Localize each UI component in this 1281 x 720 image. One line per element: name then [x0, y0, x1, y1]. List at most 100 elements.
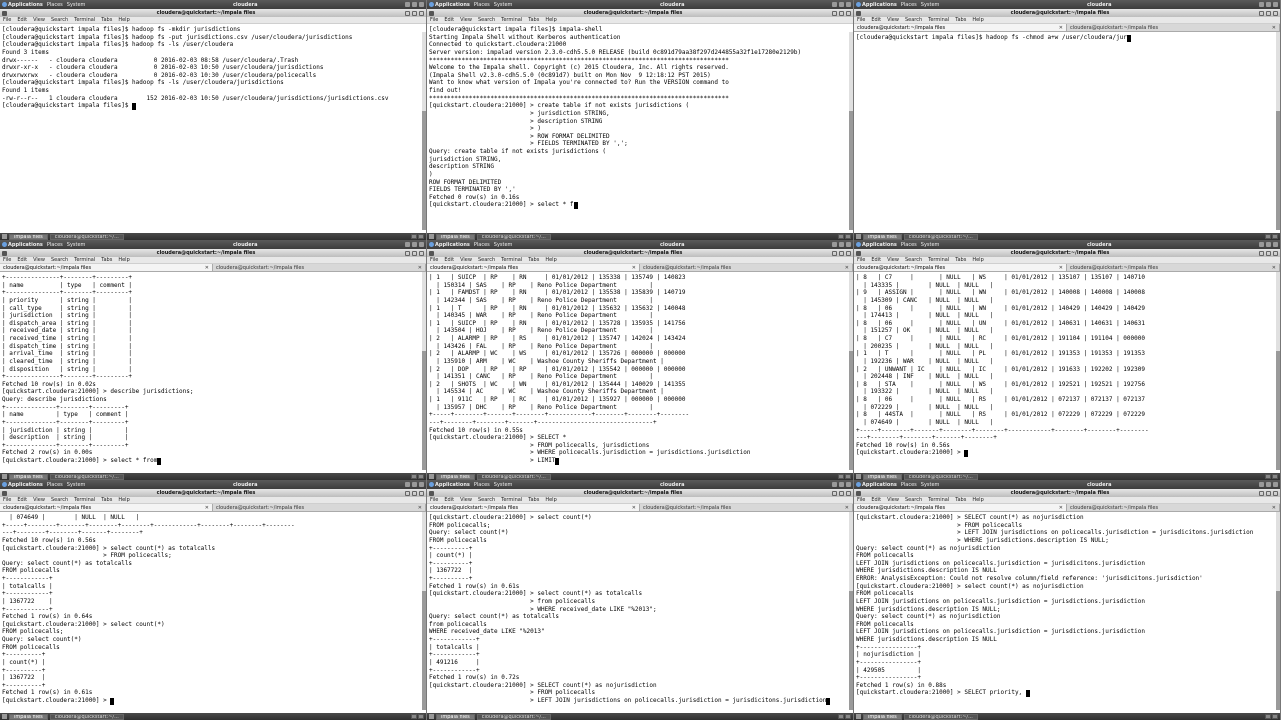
workspace-switcher[interactable]	[1265, 714, 1278, 719]
scrollbar-thumb[interactable]	[849, 111, 853, 230]
system-menu[interactable]: System	[494, 482, 513, 488]
workspace-switcher[interactable]	[1265, 234, 1278, 239]
workspace-1[interactable]	[411, 234, 417, 239]
menu-item-tabs[interactable]: Tabs	[101, 257, 112, 263]
places-menu[interactable]: Places	[47, 482, 63, 488]
system-menu[interactable]: System	[67, 482, 86, 488]
workspace-switcher[interactable]	[838, 234, 851, 239]
clock-icon[interactable]	[419, 2, 424, 7]
menu-item-file[interactable]: File	[857, 497, 865, 503]
applications-menu[interactable]: Applications	[856, 2, 897, 8]
window-titlebar[interactable]: cloudera@quickstart:~/impala files	[854, 9, 1280, 17]
clock-icon[interactable]	[846, 2, 851, 7]
network-icon[interactable]	[412, 242, 417, 247]
terminal-output[interactable]: [quickstart.cloudera:21000] > SELECT cou…	[854, 512, 1280, 713]
terminal-tab[interactable]: cloudera@quickstart:~/impala files ✕	[213, 264, 426, 271]
network-icon[interactable]	[412, 2, 417, 7]
places-menu[interactable]: Places	[47, 242, 63, 248]
scrollbar-thumb[interactable]	[422, 351, 426, 470]
tab-close-icon[interactable]: ✕	[632, 505, 636, 511]
menu-item-edit[interactable]: Edit	[444, 497, 454, 503]
places-menu[interactable]: Places	[47, 2, 63, 8]
minimize-icon[interactable]	[832, 10, 837, 16]
clock-icon[interactable]	[1273, 482, 1278, 487]
maximize-icon[interactable]	[1266, 250, 1271, 256]
workspace-switcher[interactable]	[411, 714, 424, 719]
workspace-2[interactable]	[418, 234, 424, 239]
scrollbar-thumb[interactable]	[1276, 591, 1280, 710]
scrollbar-thumb[interactable]	[422, 591, 426, 710]
taskbar-window-button[interactable]: cloudera@quickstart:~/...	[476, 473, 551, 480]
places-menu[interactable]: Places	[474, 2, 490, 8]
system-menu[interactable]: System	[921, 482, 940, 488]
maximize-icon[interactable]	[839, 10, 844, 16]
menu-item-edit[interactable]: Edit	[444, 17, 454, 23]
terminal-scrollbar[interactable]	[422, 32, 426, 230]
maximize-icon[interactable]	[1266, 10, 1271, 16]
menu-item-terminal[interactable]: Terminal	[928, 497, 949, 503]
places-menu[interactable]: Places	[901, 2, 917, 8]
clock-icon[interactable]	[419, 242, 424, 247]
terminal-scrollbar[interactable]	[849, 272, 853, 470]
menu-item-search[interactable]: Search	[905, 257, 922, 263]
taskbar-window-button[interactable]: impala files	[9, 233, 48, 240]
show-desktop-icon[interactable]	[856, 714, 861, 719]
maximize-icon[interactable]	[412, 250, 417, 256]
menu-item-file[interactable]: File	[3, 17, 11, 23]
volume-icon[interactable]	[832, 2, 837, 7]
workspace-1[interactable]	[1265, 474, 1271, 479]
menu-item-edit[interactable]: Edit	[871, 17, 881, 23]
maximize-icon[interactable]	[412, 490, 417, 496]
tab-close-icon[interactable]: ✕	[1272, 505, 1276, 511]
workspace-switcher[interactable]	[838, 474, 851, 479]
menu-item-edit[interactable]: Edit	[444, 257, 454, 263]
workspace-2[interactable]	[1272, 714, 1278, 719]
menu-item-terminal[interactable]: Terminal	[74, 17, 95, 23]
menu-item-file[interactable]: File	[430, 497, 438, 503]
menu-item-file[interactable]: File	[857, 17, 865, 23]
workspace-2[interactable]	[1272, 474, 1278, 479]
minimize-icon[interactable]	[832, 250, 837, 256]
taskbar-window-button[interactable]: impala files	[436, 473, 475, 480]
network-icon[interactable]	[1266, 482, 1271, 487]
network-icon[interactable]	[839, 2, 844, 7]
volume-icon[interactable]	[1259, 482, 1264, 487]
terminal-scrollbar[interactable]	[422, 512, 426, 710]
taskbar-window-button[interactable]: impala files	[436, 713, 475, 720]
network-icon[interactable]	[1266, 242, 1271, 247]
tab-close-icon[interactable]: ✕	[845, 505, 849, 511]
terminal-scrollbar[interactable]	[849, 32, 853, 230]
volume-icon[interactable]	[1259, 242, 1264, 247]
menu-item-view[interactable]: View	[33, 17, 45, 23]
menu-item-help[interactable]: Help	[118, 17, 129, 23]
menu-item-help[interactable]: Help	[545, 257, 556, 263]
close-icon[interactable]	[846, 490, 851, 496]
volume-icon[interactable]	[405, 242, 410, 247]
tab-close-icon[interactable]: ✕	[1059, 25, 1063, 31]
close-icon[interactable]	[1273, 250, 1278, 256]
taskbar-window-button[interactable]: cloudera@quickstart:~/...	[903, 473, 978, 480]
tab-close-icon[interactable]: ✕	[632, 265, 636, 271]
menu-item-tabs[interactable]: Tabs	[955, 497, 966, 503]
taskbar-window-button[interactable]: cloudera@quickstart:~/...	[49, 233, 124, 240]
close-icon[interactable]	[419, 490, 424, 496]
workspace-switcher[interactable]	[838, 714, 851, 719]
terminal-tab[interactable]: cloudera@quickstart:~/impala files ✕	[1067, 504, 1280, 511]
terminal-output[interactable]: [cloudera@quickstart impala files]$ hado…	[0, 24, 426, 233]
minimize-icon[interactable]	[1259, 250, 1264, 256]
close-icon[interactable]	[419, 10, 424, 16]
taskbar-window-button[interactable]: impala files	[863, 473, 902, 480]
scrollbar-thumb[interactable]	[1276, 351, 1280, 470]
show-desktop-icon[interactable]	[2, 714, 7, 719]
menu-item-help[interactable]: Help	[972, 257, 983, 263]
terminal-tab[interactable]: cloudera@quickstart:~/impala files ✕	[1067, 264, 1280, 271]
places-menu[interactable]: Places	[901, 242, 917, 248]
menu-item-tabs[interactable]: Tabs	[528, 497, 539, 503]
menu-item-search[interactable]: Search	[51, 497, 68, 503]
minimize-icon[interactable]	[405, 10, 410, 16]
volume-icon[interactable]	[405, 2, 410, 7]
menu-item-view[interactable]: View	[460, 17, 472, 23]
workspace-2[interactable]	[845, 474, 851, 479]
clock-icon[interactable]	[1273, 2, 1278, 7]
terminal-tab[interactable]: cloudera@quickstart:~/impala files ✕	[427, 504, 640, 511]
